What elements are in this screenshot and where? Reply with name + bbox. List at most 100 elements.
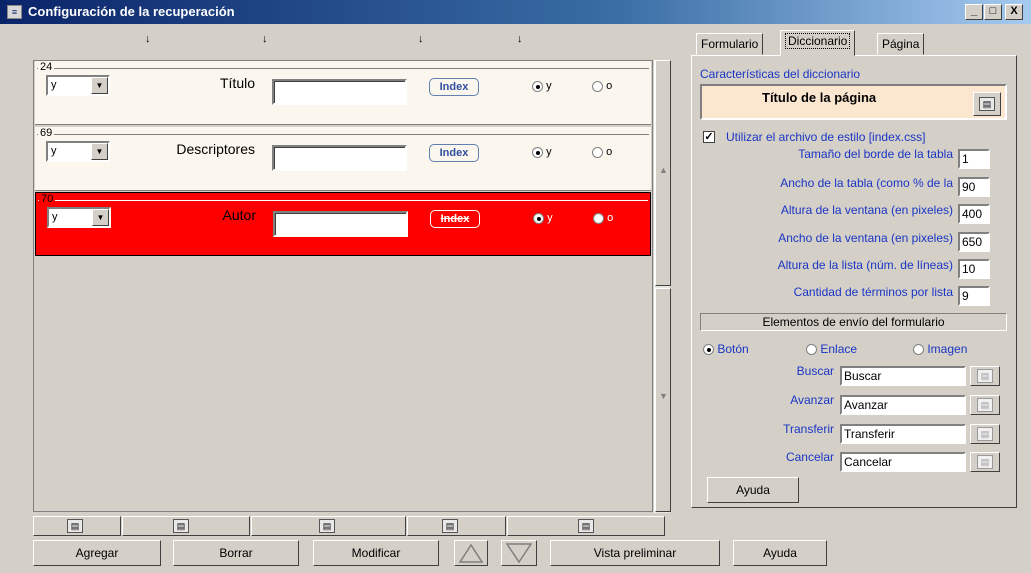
page-title-properties-button[interactable]: ▤: [973, 92, 1001, 116]
dictionary-help-button[interactable]: Ayuda: [707, 477, 799, 503]
maximize-button[interactable]: □: [984, 4, 1002, 20]
setting-input[interactable]: 400: [958, 204, 990, 224]
column-properties-button[interactable]: ▤: [251, 516, 406, 536]
properties-icon: ▤: [173, 519, 189, 533]
tab-diccionario[interactable]: Diccionario: [780, 30, 856, 56]
radio-y[interactable]: y: [532, 146, 552, 158]
index-button[interactable]: Index: [429, 78, 479, 96]
column-properties-button[interactable]: ▤: [122, 516, 250, 536]
index-button[interactable]: Index: [430, 210, 480, 228]
submit-field-label: Transferir: [783, 422, 834, 436]
minimize-button[interactable]: _: [965, 4, 983, 20]
properties-icon: ▤: [977, 455, 993, 469]
setting-input[interactable]: 9: [958, 286, 990, 306]
setting-label: Tamaño del borde de la tabla: [798, 147, 953, 161]
field-value-input[interactable]: [272, 79, 407, 105]
row-number: 69: [38, 127, 55, 139]
radio-o[interactable]: o: [592, 146, 612, 158]
cancel-button-text-input[interactable]: Cancelar: [840, 452, 966, 472]
radio-y[interactable]: y: [533, 212, 553, 224]
index-button[interactable]: Index: [429, 144, 479, 162]
page-title-box[interactable]: Título de la página ▤: [700, 84, 1007, 120]
scroll-up-icon: ▲: [659, 165, 668, 175]
window-title: Configuración de la recuperación: [28, 4, 235, 19]
column-properties-button[interactable]: ▤: [507, 516, 665, 536]
app-icon: ≡: [7, 5, 22, 19]
vertical-scrollbar[interactable]: ▲ ▼: [654, 60, 671, 513]
submit-field-properties-button[interactable]: ▤: [970, 452, 1000, 472]
submit-field-label: Buscar: [796, 364, 834, 378]
advance-button-text-input[interactable]: Avanzar: [840, 395, 966, 415]
properties-icon: ▤: [319, 519, 335, 533]
triangle-up-icon: [458, 543, 484, 563]
tab-formulario[interactable]: Formulario: [696, 33, 764, 55]
triangle-down-icon: [505, 543, 533, 564]
setting-input[interactable]: 10: [958, 259, 990, 279]
dictionary-section-title: Características del diccionario: [700, 67, 861, 81]
modify-button[interactable]: Modificar: [313, 540, 439, 566]
help-button[interactable]: Ayuda: [733, 540, 827, 566]
operator-select[interactable]: y ▼: [47, 207, 111, 228]
setting-label: Ancho de la tabla (como % de la: [780, 176, 953, 190]
add-button[interactable]: Agregar: [33, 540, 161, 566]
field-label: Autor: [222, 207, 256, 223]
setting-input[interactable]: 90: [958, 177, 990, 197]
submit-section-header: Elementos de envío del formulario: [700, 313, 1007, 331]
setting-label: Ancho de la ventana (en pixeles): [778, 231, 953, 245]
submit-type-boton[interactable]: Botón: [703, 342, 749, 356]
delete-button[interactable]: Borrar: [173, 540, 299, 566]
field-label: Título: [219, 75, 255, 91]
page-title: Título de la página: [762, 90, 877, 105]
setting-input[interactable]: 650: [958, 232, 990, 252]
row-number: 24: [38, 61, 55, 73]
submit-field-properties-button[interactable]: ▤: [970, 366, 1000, 386]
properties-icon: ▤: [977, 369, 993, 383]
column-properties-button[interactable]: ▤: [407, 516, 506, 536]
column-marker[interactable]: ↓: [145, 33, 151, 45]
row-number: 70: [39, 193, 56, 205]
setting-label: Altura de la lista (núm. de líneas): [777, 258, 953, 272]
radio-o[interactable]: o: [592, 80, 612, 92]
column-marker[interactable]: ↓: [517, 33, 523, 45]
submit-field-label: Avanzar: [790, 393, 834, 407]
tab-pagina[interactable]: Página: [877, 33, 925, 55]
transfer-button-text-input[interactable]: Transferir: [840, 424, 966, 444]
submit-type-enlace[interactable]: Enlace: [806, 342, 857, 356]
scroll-down-region[interactable]: ▼: [655, 288, 671, 512]
operator-select[interactable]: y ▼: [46, 75, 110, 96]
use-stylesheet-label: Utilizar el archivo de estilo [index.css…: [726, 130, 926, 144]
submit-type-imagen[interactable]: Imagen: [913, 342, 967, 356]
setting-label: Altura de la ventana (en pixeles): [780, 203, 953, 217]
close-button[interactable]: X: [1005, 4, 1023, 20]
table-row-selected[interactable]: 70 y ▼ Autor Index y o: [35, 192, 651, 256]
title-bar: ≡ Configuración de la recuperación _ □ X: [0, 0, 1031, 24]
column-marker[interactable]: ↓: [262, 33, 268, 45]
move-down-button[interactable]: [501, 540, 537, 566]
table-row[interactable]: 24 y ▼ Título Index y o: [35, 61, 651, 125]
radio-o[interactable]: o: [593, 212, 613, 224]
properties-icon: ▤: [977, 398, 993, 412]
submit-field-label: Cancelar: [785, 450, 834, 464]
properties-icon: ▤: [67, 519, 83, 533]
submit-field-properties-button[interactable]: ▤: [970, 395, 1000, 415]
column-marker[interactable]: ↓: [418, 33, 424, 45]
column-properties-button[interactable]: ▤: [33, 516, 121, 536]
setting-input[interactable]: 1: [958, 149, 990, 169]
properties-icon: ▤: [442, 519, 458, 533]
table-row[interactable]: 69 y ▼ Descriptores Index y o: [35, 127, 651, 191]
use-stylesheet-checkbox[interactable]: ✓: [703, 131, 715, 143]
search-button-text-input[interactable]: Buscar: [840, 366, 966, 386]
scroll-down-icon: ▼: [659, 391, 668, 401]
properties-icon: ▤: [578, 519, 594, 533]
properties-icon: ▤: [977, 427, 993, 441]
field-value-input[interactable]: [272, 145, 407, 171]
properties-icon: ▤: [979, 97, 995, 111]
operator-select[interactable]: y ▼: [46, 141, 110, 162]
radio-y[interactable]: y: [532, 80, 552, 92]
preview-button[interactable]: Vista preliminar: [550, 540, 720, 566]
submit-field-properties-button[interactable]: ▤: [970, 424, 1000, 444]
scroll-up-region[interactable]: ▲: [655, 60, 671, 286]
field-label: Descriptores: [176, 141, 255, 157]
move-up-button[interactable]: [454, 540, 488, 566]
field-value-input[interactable]: [273, 211, 408, 237]
